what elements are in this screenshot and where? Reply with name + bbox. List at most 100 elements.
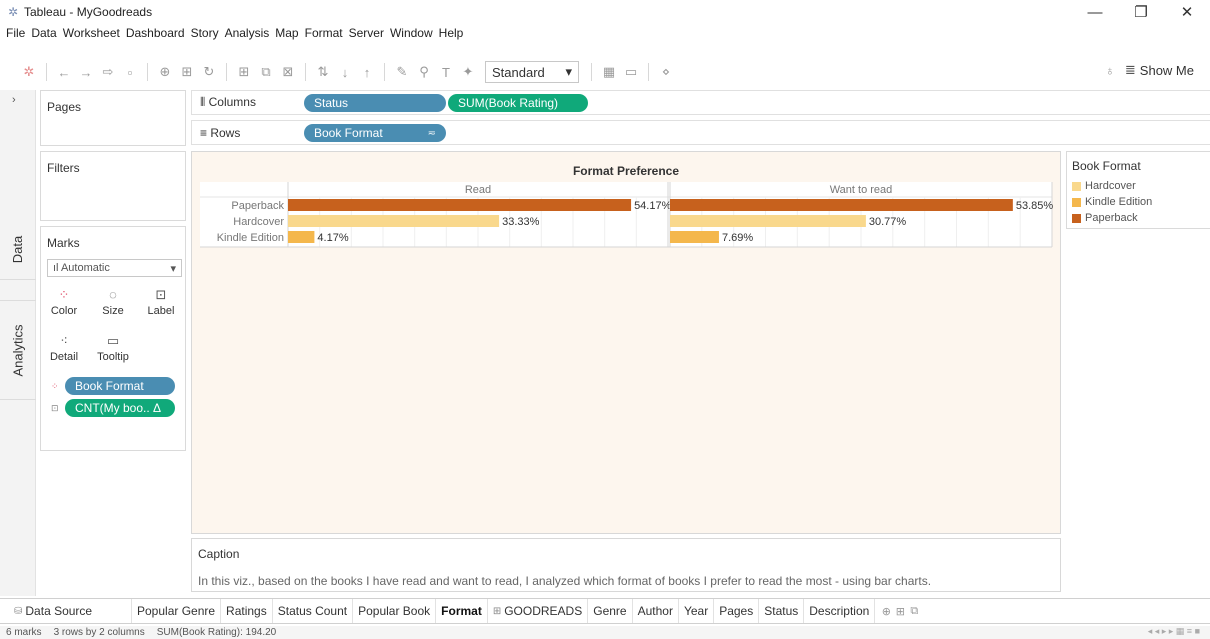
filters-card[interactable]: Filters xyxy=(40,151,186,221)
sum-book-rating-pill[interactable]: SUM(Book Rating) xyxy=(448,94,588,112)
detail-icon: ⁖ xyxy=(60,333,68,348)
bar-0-1 xyxy=(288,215,500,227)
tab-data[interactable]: Data xyxy=(0,220,36,280)
book-format-pill[interactable]: Book Format xyxy=(65,377,175,395)
status-pill[interactable]: Status xyxy=(304,94,446,112)
show-cards-icon[interactable]: ▦ xyxy=(598,64,620,80)
show-me-button[interactable]: ♁ ≣ Show Me xyxy=(1095,62,1194,78)
tooltip-button[interactable]: ▭ Tooltip xyxy=(94,331,132,371)
clear-sheet-icon[interactable]: ⊠ xyxy=(277,64,299,80)
row-label-1: Hardcover xyxy=(233,216,284,228)
pages-card[interactable]: Pages xyxy=(40,90,186,146)
bar-1-1 xyxy=(670,215,866,227)
panel-header-1: Want to read xyxy=(830,184,893,196)
color-legend: Book Format Hardcover Kindle Edition Pap… xyxy=(1066,151,1210,229)
menu-story[interactable]: Story xyxy=(191,26,219,40)
tab-status-count[interactable]: Status Count xyxy=(273,599,354,623)
group-icon[interactable]: ⚲ xyxy=(413,64,435,80)
data-label-1-1: 30.77% xyxy=(869,216,907,228)
tab-author[interactable]: Author xyxy=(633,599,679,623)
toolbar-divider xyxy=(591,63,592,81)
label-button[interactable]: ⊡ Label xyxy=(142,285,180,325)
swap-icon[interactable]: ⇅ xyxy=(312,64,334,80)
fit-select[interactable]: Standard ▾ xyxy=(485,61,579,83)
close-button[interactable]: ✕ xyxy=(1164,0,1210,24)
undo-icon[interactable]: ← xyxy=(53,65,75,80)
fit-select-value: Standard xyxy=(492,64,545,80)
tab-ratings[interactable]: Ratings xyxy=(221,599,273,623)
menu-window[interactable]: Window xyxy=(390,26,433,40)
new-data-source-icon[interactable]: ⊕ xyxy=(154,64,176,80)
legend-swatch xyxy=(1072,181,1081,191)
redo-icon[interactable]: → xyxy=(75,65,97,80)
mark-type-value: Automatic xyxy=(60,262,110,274)
caption-text: In this viz., based on the books I have … xyxy=(198,574,932,588)
save-icon[interactable]: ▫ xyxy=(119,65,141,80)
legend-item-hardcover[interactable]: Hardcover xyxy=(1072,180,1136,192)
viz-area[interactable]: Format Preference Read 54.17% 33.33% 4.17% W… xyxy=(191,151,1061,534)
sort-descending-icon[interactable]: ↑ xyxy=(356,65,378,80)
status-dims: 3 rows by 2 columns xyxy=(53,627,145,638)
restore-button[interactable]: ❐ xyxy=(1118,0,1164,24)
tab-year[interactable]: Year xyxy=(679,599,715,623)
new-story-tab-icon[interactable]: ⧉ xyxy=(907,605,921,618)
title-bar: ✲ Tableau - MyGoodreads — ❐ ✕ xyxy=(0,0,1210,24)
panel-header-0: Read xyxy=(465,184,491,196)
menu-worksheet[interactable]: Worksheet xyxy=(63,26,120,40)
refresh-icon[interactable]: ↻ xyxy=(198,64,220,80)
tab-genre[interactable]: Genre xyxy=(588,599,633,623)
show-labels-icon[interactable]: T xyxy=(435,65,457,80)
detail-button[interactable]: ⁖ Detail xyxy=(45,331,83,371)
presentation-icon[interactable]: ▭ xyxy=(620,64,642,80)
legend-item-paperback[interactable]: Paperback xyxy=(1072,212,1138,224)
chevron-right-icon[interactable]: › xyxy=(12,94,16,106)
tab-pages[interactable]: Pages xyxy=(714,599,760,623)
menu-server[interactable]: Server xyxy=(349,26,384,40)
columns-shelf[interactable]: ⦀ Columns Status SUM(Book Rating) xyxy=(191,90,1210,115)
toolbar-divider xyxy=(226,63,227,81)
tab-popular-book[interactable]: Popular Book xyxy=(353,599,437,623)
tab-goodreads[interactable]: ⊞ GOODREADS xyxy=(488,599,589,623)
menu-data[interactable]: Data xyxy=(31,26,56,40)
share-icon[interactable]: ⋄ xyxy=(655,64,677,80)
rows-icon: ≡ xyxy=(200,125,211,140)
new-worksheet-icon[interactable]: ⊞ xyxy=(176,64,198,80)
menu-help[interactable]: Help xyxy=(439,26,464,40)
duplicate-icon[interactable]: ⧉ xyxy=(255,64,277,80)
new-worksheet-tab-icon[interactable]: ⊕ xyxy=(879,605,893,618)
tab-format[interactable]: Format xyxy=(436,599,488,623)
marks-label-field: ⊡ CNT(My boo.. Δ xyxy=(51,399,175,417)
pin-icon[interactable]: ✦ xyxy=(457,64,479,80)
tableau-home-icon[interactable]: ✲ xyxy=(18,64,40,80)
sheet-navigation-icon[interactable]: ◂ ◂ ▸ ▸ ▦ ≡ ■ xyxy=(1148,626,1200,637)
bar-chart-icon: ıl xyxy=(53,262,61,274)
tab-analytics[interactable]: Analytics xyxy=(0,300,36,400)
replay-icon[interactable]: ⇨ xyxy=(97,64,119,80)
rows-shelf[interactable]: ≡ Rows Book Format ≂ xyxy=(191,120,1210,145)
book-format-row-pill[interactable]: Book Format ≂ xyxy=(304,124,446,142)
tooltip-pin-icon[interactable]: ♁ xyxy=(1095,63,1125,78)
tab-description[interactable]: Description xyxy=(804,599,876,623)
detail-label: Detail xyxy=(49,351,79,363)
mark-type-select[interactable]: ıl Automatic ▾ xyxy=(47,259,182,277)
highlight-icon[interactable]: ✎ xyxy=(391,64,413,80)
tab-status[interactable]: Status xyxy=(759,599,805,623)
menu-map[interactable]: Map xyxy=(275,26,298,40)
tab-data-source[interactable]: ⛁ Data Source xyxy=(0,599,132,623)
pages-card-title: Pages xyxy=(47,100,82,114)
new-dashboard-tab-icon[interactable]: ⊞ xyxy=(893,605,907,618)
new-sheet-icon[interactable]: ⊞ xyxy=(233,64,255,80)
sort-ascending-icon[interactable]: ↓ xyxy=(334,65,356,80)
menu-dashboard[interactable]: Dashboard xyxy=(126,26,185,40)
minimize-button[interactable]: — xyxy=(1072,0,1118,24)
tab-popular-genre[interactable]: Popular Genre xyxy=(132,599,222,623)
bar-chart[interactable]: Read 54.17% 33.33% 4.17% Want to read 53.85% 3… xyxy=(192,152,1062,535)
menu-file[interactable]: File xyxy=(6,26,25,40)
caption-card[interactable]: Caption In this viz., based on the books… xyxy=(191,538,1061,592)
color-button[interactable]: ⁘ Color xyxy=(45,285,83,325)
legend-item-kindle-edition[interactable]: Kindle Edition xyxy=(1072,196,1152,208)
menu-format[interactable]: Format xyxy=(305,26,343,40)
size-button[interactable]: ◌ Size xyxy=(94,285,132,325)
menu-analysis[interactable]: Analysis xyxy=(225,26,270,40)
count-books-pill[interactable]: CNT(My boo.. Δ xyxy=(65,399,175,417)
